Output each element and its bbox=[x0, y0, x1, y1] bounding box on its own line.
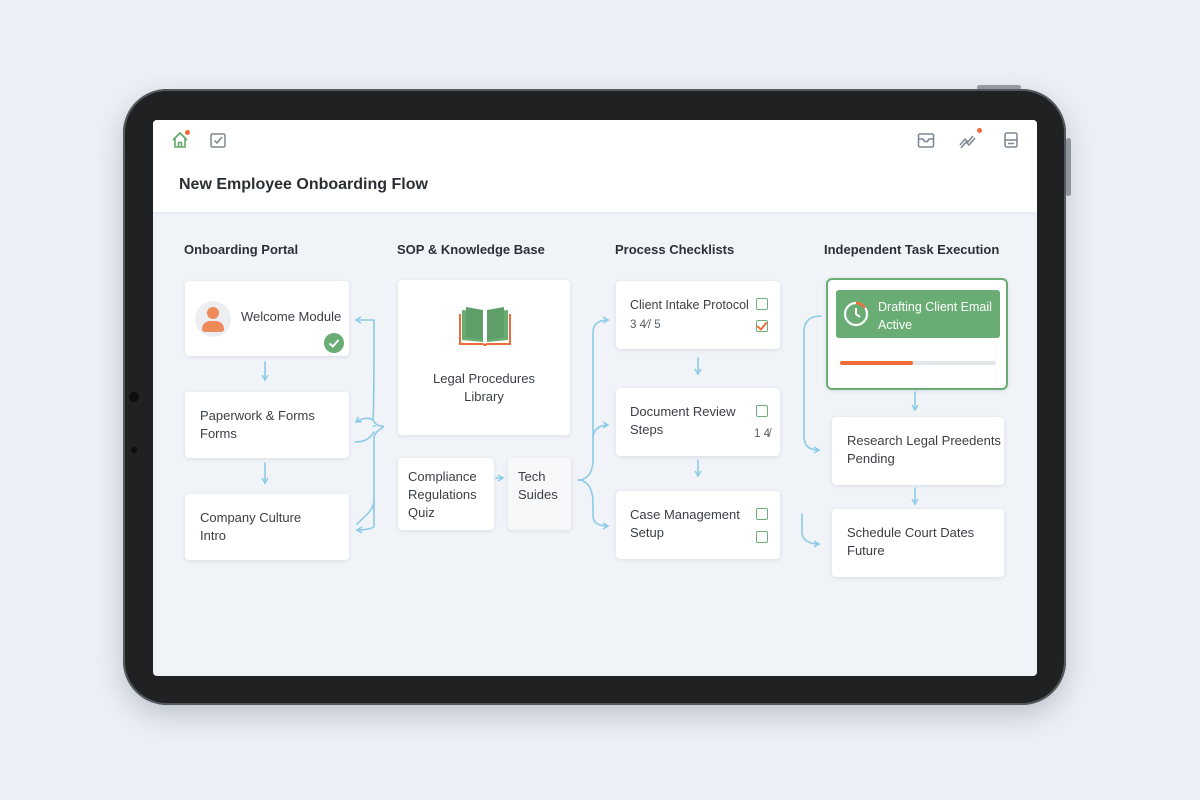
page-title: New Employee Onboarding Flow bbox=[179, 176, 428, 193]
notification-dot bbox=[977, 128, 982, 133]
schedule-court-dates-card[interactable]: Schedule Court Dates Future bbox=[832, 509, 1004, 577]
title-bar: New Employee Onboarding Flow bbox=[153, 160, 1037, 212]
drafting-client-email-card[interactable]: Drafting Client Email Active bbox=[826, 278, 1008, 390]
column-header-sop-knowledge-base: SOP & Knowledge Base bbox=[397, 242, 545, 257]
tablet-side-button bbox=[1066, 138, 1071, 196]
avatar bbox=[195, 301, 231, 337]
task-progress-track bbox=[840, 361, 996, 365]
client-intake-protocol-card[interactable]: Client Intake Protocol 3 4⁄/ 5 bbox=[616, 281, 780, 349]
paperwork-label-line2: Forms bbox=[200, 426, 237, 441]
culture-label-line2: Intro bbox=[200, 528, 227, 543]
column-header-onboarding-portal: Onboarding Portal bbox=[184, 242, 299, 257]
notification-dot bbox=[185, 130, 190, 135]
schedule-label-line1: Schedule Court Dates bbox=[847, 525, 975, 540]
tech-label-line1: Tech bbox=[518, 469, 546, 484]
inbox-icon[interactable] bbox=[916, 130, 936, 150]
tech-label-line2: Suides bbox=[518, 487, 558, 502]
review-checkbox[interactable] bbox=[756, 405, 768, 417]
case-label-line1: Case Management bbox=[630, 507, 740, 522]
checkbox-icon[interactable] bbox=[208, 130, 228, 150]
schedule-label-line2: Future bbox=[847, 543, 885, 558]
welcome-module-label: Welcome Module bbox=[241, 309, 342, 324]
intake-checkbox-2[interactable] bbox=[756, 320, 768, 332]
compliance-label-line3: Quiz bbox=[408, 505, 435, 520]
case-management-card[interactable]: Case Management Setup bbox=[616, 491, 780, 559]
welcome-module-card[interactable]: Welcome Module bbox=[185, 281, 349, 356]
case-checkbox-2[interactable] bbox=[756, 531, 768, 543]
intake-checkbox-1[interactable] bbox=[756, 298, 768, 310]
trend-icon[interactable] bbox=[958, 128, 982, 150]
library-label-line1: Legal Procedures bbox=[433, 371, 535, 386]
research-label-line2: Pending bbox=[847, 451, 895, 466]
task-progress-fill bbox=[840, 361, 914, 365]
open-book-icon bbox=[458, 302, 512, 348]
review-progress-count: 1 4̸ bbox=[754, 428, 770, 440]
intake-title: Client Intake Protocol bbox=[630, 298, 749, 312]
company-culture-card[interactable]: Company Culture Intro bbox=[185, 494, 349, 560]
research-label-line1: Research Legal Preedents bbox=[847, 433, 1001, 448]
review-label-line2: Steps bbox=[630, 422, 664, 437]
compliance-label-line2: Regulations bbox=[408, 487, 477, 502]
research-legal-precedents-card[interactable]: Research Legal Preedents Pending bbox=[832, 417, 1004, 485]
clock-icon bbox=[842, 300, 870, 328]
top-bar bbox=[153, 120, 1037, 161]
paperwork-label-line1: Paperwork & Forms bbox=[200, 408, 315, 423]
home-icon[interactable] bbox=[170, 130, 190, 150]
tech-guides-card[interactable]: Tech Suides bbox=[508, 458, 571, 530]
active-task-status: Active bbox=[878, 318, 913, 332]
culture-label-line1: Company Culture bbox=[200, 510, 302, 525]
compliance-label-line1: Compliance bbox=[408, 469, 477, 484]
column-header-process-checklists: Process Checklists bbox=[615, 242, 735, 257]
completed-check-icon bbox=[324, 333, 344, 353]
case-checkbox-1[interactable] bbox=[756, 508, 768, 520]
column-header-task-execution: Independent Task Execution bbox=[824, 242, 1000, 257]
server-icon[interactable] bbox=[1001, 130, 1021, 150]
app-screen: New Employee Onboarding Flow Onboarding … bbox=[153, 120, 1037, 676]
document-review-card[interactable]: Document Review Steps 1 4̸ bbox=[616, 388, 780, 456]
active-task-label: Drafting Client Email bbox=[878, 300, 992, 314]
library-label-line2: Library bbox=[464, 389, 504, 404]
intake-progress-count: 3 4⁄/ 5 bbox=[630, 319, 661, 331]
tablet-sensor bbox=[131, 447, 137, 453]
compliance-quiz-card[interactable]: Compliance Regulations Quiz bbox=[398, 458, 494, 530]
tablet-camera bbox=[129, 392, 139, 402]
active-task-banner: Drafting Client Email Active bbox=[836, 290, 1000, 338]
paperwork-forms-card[interactable]: Paperwork & Forms Forms bbox=[185, 392, 349, 458]
review-label-line1: Document Review bbox=[630, 404, 736, 419]
case-label-line2: Setup bbox=[630, 525, 664, 540]
legal-procedures-library-card[interactable]: Legal Procedures Library bbox=[398, 280, 570, 435]
